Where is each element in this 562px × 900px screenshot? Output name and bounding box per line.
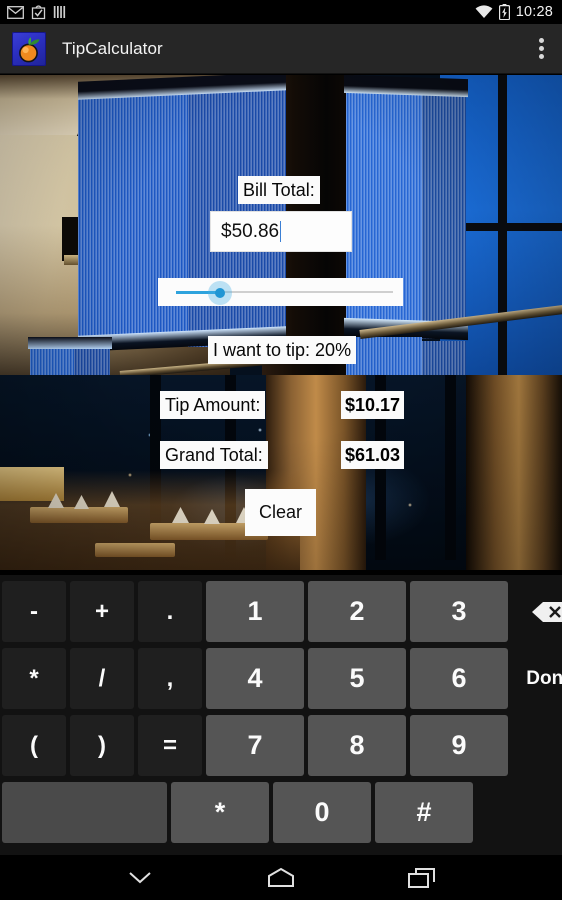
slider-thumb[interactable] [215,288,225,298]
key-period-label: . [166,597,174,625]
key-8-label: 8 [349,730,365,760]
android-screen: 10:28 TipCalculator Bill Total: $50.86 I… [0,0,562,900]
key-7-label: 7 [247,730,263,760]
overflow-dot [539,46,544,51]
recent-apps-icon[interactable] [394,859,450,897]
grand-total-value: $61.03 [341,441,405,469]
key-blank-1 [510,712,562,779]
key-hash-label: # [416,797,432,827]
overflow-dot [539,54,544,59]
key-3-label: 3 [451,596,467,626]
bill-total-input[interactable]: $50.86 [210,211,352,252]
orange-fruit-app-icon [12,31,46,66]
key-paren-close[interactable]: ) [70,715,134,776]
key-paren-open-label: ( [30,731,38,759]
key-6[interactable]: 6 [410,648,508,709]
key-9[interactable]: 9 [410,715,508,776]
overflow-dot [539,38,544,43]
key-done-label: Done [526,667,562,689]
bill-total-label: Bill Total: [238,176,320,204]
key-asterisk-label: * [214,797,226,827]
key-2-label: 2 [349,596,365,626]
home-icon[interactable] [253,859,309,897]
tip-amount-label: Tip Amount: [160,391,266,419]
status-bar-clock: 10:28 [515,4,553,20]
key-3[interactable]: 3 [410,581,508,642]
status-bar-left-icons [0,4,67,20]
action-bar: TipCalculator [0,24,562,74]
key-asterisk-fn-label: * [29,664,39,692]
key-8[interactable]: 8 [308,715,406,776]
key-slash-label: / [98,664,106,692]
key-comma-label: , [166,664,174,692]
grand-total-label: Grand Total: [160,441,268,469]
key-1-label: 1 [247,596,263,626]
key-6-label: 6 [451,663,467,693]
backspace-icon [532,601,562,622]
tip-percent-label: I want to tip: 20% [208,336,357,364]
key-4-label: 4 [247,663,263,693]
key-blank-2 [475,779,551,846]
key-4[interactable]: 4 [206,648,304,709]
key-9-label: 9 [451,730,467,760]
key-7[interactable]: 7 [206,715,304,776]
key-paren-close-label: ) [98,731,106,759]
status-bar: 10:28 [0,0,562,24]
tip-percent-slider[interactable] [158,278,403,306]
key-minus[interactable]: - [2,581,66,642]
key-equals-label: = [162,731,177,759]
status-bar-right-icons: 10:28 [475,4,562,20]
overflow-menu-icon[interactable] [539,38,544,59]
key-paren-open[interactable]: ( [2,715,66,776]
clear-button[interactable]: Clear [245,489,316,536]
checkbox-app-icon [31,4,46,19]
keyboard-row: * /, 4 5 6 Done [0,645,562,712]
key-slash[interactable]: / [70,648,134,709]
key-asterisk[interactable]: * [171,782,269,843]
keyboard-row: () = 7 8 9 [0,712,562,779]
key-plus[interactable]: + [70,581,134,642]
tip-amount-value: $10.17 [341,391,405,419]
text-caret [280,221,282,242]
key-space[interactable] [2,782,167,843]
key-backspace[interactable] [512,581,562,642]
key-0[interactable]: 0 [273,782,371,843]
numeric-keyboard: - +. 1 2 3 * /, 4 5 6 Done () = 7 8 9 * 0 # [0,575,562,855]
restaurant-background-photo: Bill Total: $50.86 I want to tip: 20% Ti… [0,75,562,570]
key-1[interactable]: 1 [206,581,304,642]
key-done[interactable]: Done [512,648,562,709]
key-hash[interactable]: # [375,782,473,843]
navigation-bar [0,855,562,900]
key-period[interactable]: . [138,581,202,642]
key-equals[interactable]: = [138,715,202,776]
gmail-icon [7,5,24,19]
key-0-label: 0 [314,797,330,827]
key-asterisk-fn[interactable]: * [2,648,66,709]
key-2[interactable]: 2 [308,581,406,642]
keyboard-row: - +. 1 2 3 [0,578,562,645]
wifi-icon [475,5,493,18]
bars-icon [53,6,66,18]
key-5-label: 5 [349,663,365,693]
key-plus-label: + [94,597,109,625]
hide-keyboard-chevron-icon[interactable] [112,859,168,897]
battery-charging-icon [498,4,510,20]
key-comma[interactable]: , [138,648,202,709]
app-title: TipCalculator [62,38,163,58]
key-minus-label: - [30,597,38,625]
key-5[interactable]: 5 [308,648,406,709]
keyboard-row: * 0 # [0,779,562,846]
bill-total-value: $50.86 [221,220,280,242]
